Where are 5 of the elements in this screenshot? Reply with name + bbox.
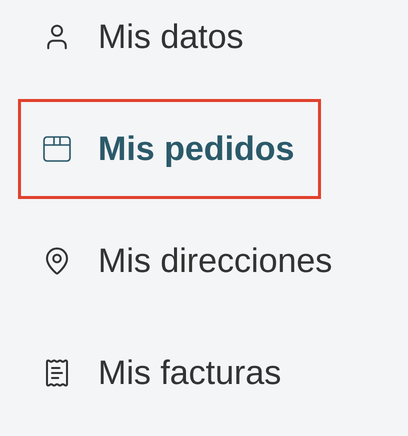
menu-item[interactable]: Mis facturas [18, 323, 308, 423]
menu-item[interactable]: Mis direcciones [18, 211, 360, 311]
menu-item[interactable]: Mis datos [18, 0, 270, 87]
box-icon [42, 134, 72, 164]
menu-item[interactable]: Mis pedidos [18, 99, 322, 199]
